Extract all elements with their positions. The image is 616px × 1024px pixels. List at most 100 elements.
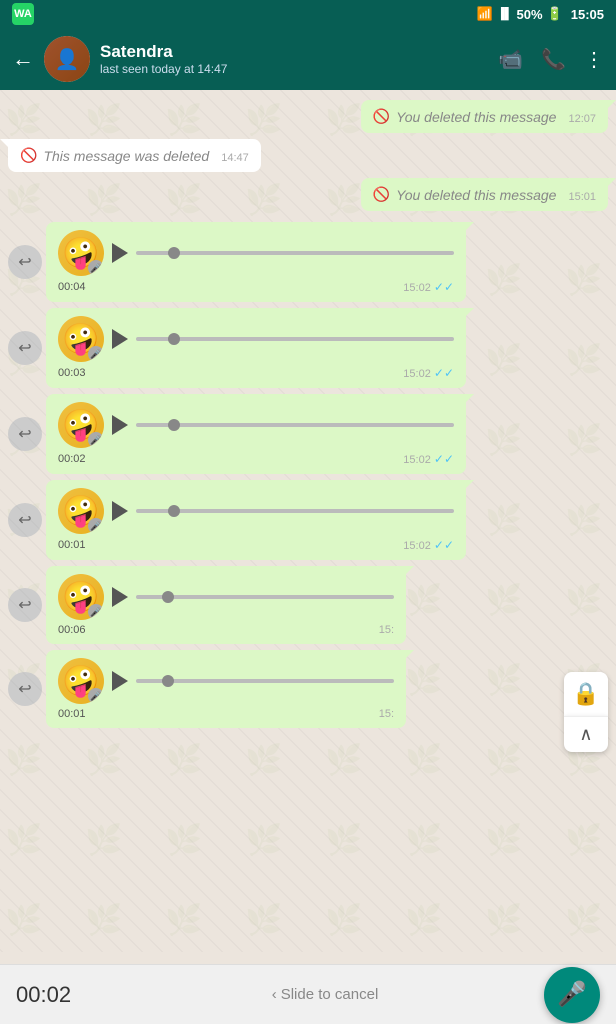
voice-duration: 00:01 (58, 708, 86, 720)
voice-top: 🤪 🎤 (58, 402, 454, 448)
play-button[interactable] (112, 501, 128, 521)
waveform (136, 251, 454, 255)
reply-button[interactable]: ↩ (8, 672, 42, 706)
voice-call-button[interactable]: 📞 (541, 47, 566, 72)
wifi-icon: 📶 (477, 6, 493, 22)
mic-badge: 🎤 (88, 432, 104, 448)
video-call-button[interactable]: 📹 (498, 47, 523, 72)
play-button[interactable] (112, 415, 128, 435)
status-left: WA (12, 3, 34, 25)
reply-button[interactable]: ↩ (8, 417, 42, 451)
reply-button[interactable]: ↩ (8, 503, 42, 537)
reply-button[interactable]: ↩ (8, 245, 42, 279)
mic-badge: 🎤 (88, 346, 104, 362)
waveform (136, 337, 454, 341)
voice-sender-avatar: 🤪 🎤 (58, 316, 104, 362)
read-receipts: ✓✓ (434, 280, 454, 294)
waveform-progress (168, 247, 180, 259)
scroll-up-button[interactable]: ∧ (564, 716, 608, 752)
voice-duration: 00:06 (58, 624, 86, 636)
reply-button[interactable]: ↩ (8, 331, 42, 365)
voice-time: 15:02 ✓✓ (403, 366, 454, 380)
voice-bottom: 00:04 15:02 ✓✓ (58, 280, 454, 294)
voice-sender-avatar: 🤪 🎤 (58, 574, 104, 620)
voice-time: 15:02 ✓✓ (403, 280, 454, 294)
voice-sender-avatar: 🤪 🎤 (58, 658, 104, 704)
status-bar: WA 📶 ▐▌ 50% 🔋 15:05 (0, 0, 616, 28)
reply-button[interactable]: ↩ (8, 588, 42, 622)
contact-avatar[interactable]: 👤 (44, 36, 90, 82)
lock-button[interactable]: 🔒 (564, 672, 608, 716)
voice-message-bubble: 🤪 🎤 00:01 15:02 ✓✓ (46, 480, 466, 560)
voice-bottom: 00:03 15:02 ✓✓ (58, 366, 454, 380)
voice-sender-avatar: 🤪 🎤 (58, 402, 104, 448)
app-icon: WA (12, 3, 34, 25)
deleted-icon: 🚫 (373, 186, 390, 203)
voice-message-bubble: 🤪 🎤 00:06 15: (46, 566, 406, 644)
deleted-text: You deleted this message (396, 187, 556, 203)
voice-bottom: 00:01 15: (58, 708, 394, 720)
battery-icon: 🔋 (547, 6, 563, 22)
menu-button[interactable]: ⋮ (584, 47, 604, 72)
slide-chevron-icon: ‹ (272, 986, 277, 1003)
message-row: 🚫 You deleted this message 12:07 (8, 100, 608, 133)
message-time: 14:47 (221, 152, 249, 164)
voice-message-row: ↩ 🤪 🎤 00:06 15: (8, 566, 608, 644)
chat-header: ← 👤 Satendra last seen today at 14:47 📹 … (0, 28, 616, 90)
status-right: 📶 ▐▌ 50% 🔋 15:05 (477, 6, 604, 22)
header-actions: 📹 📞 ⋮ (498, 47, 604, 72)
deleted-icon: 🚫 (20, 147, 37, 164)
mic-badge: 🎤 (88, 518, 104, 534)
waveform (136, 595, 394, 599)
voice-message-row: ↩ 🤪 🎤 00:04 15:02 ✓✓ (8, 222, 608, 302)
play-button[interactable] (112, 243, 128, 263)
play-button[interactable] (112, 587, 128, 607)
waveform-progress (162, 591, 174, 603)
mic-record-button[interactable]: 🎤 (544, 967, 600, 1023)
read-receipts: ✓✓ (434, 452, 454, 466)
voice-time: 15: (379, 708, 394, 720)
voice-message-bubble: 🤪 🎤 00:01 15: (46, 650, 406, 728)
voice-time: 15: (379, 624, 394, 636)
waveform-progress (168, 333, 180, 345)
voice-message-bubble: 🤪 🎤 00:04 15:02 ✓✓ (46, 222, 466, 302)
read-receipts: ✓✓ (434, 538, 454, 552)
voice-sender-avatar: 🤪 🎤 (58, 230, 104, 276)
message-row: 🚫 This message was deleted 14:47 (8, 139, 608, 172)
voice-top: 🤪 🎤 (58, 230, 454, 276)
play-button[interactable] (112, 671, 128, 691)
bottom-recording-bar: 00:02 ‹ Slide to cancel 🎤 (0, 964, 616, 1024)
waveform (136, 679, 394, 683)
voice-bottom: 00:06 15: (58, 624, 394, 636)
deleted-icon: 🚫 (373, 108, 390, 125)
voice-message-row: ↩ 🤪 🎤 00:01 15: (8, 650, 608, 728)
read-receipts: ✓✓ (434, 366, 454, 380)
clock: 15:05 (571, 7, 604, 22)
waveform-progress (168, 419, 180, 431)
voice-top: 🤪 🎤 (58, 658, 394, 704)
back-button[interactable]: ← (12, 46, 34, 72)
chat-area: 🚫 You deleted this message 12:07 🚫 This … (0, 90, 616, 952)
message-time: 12:07 (568, 113, 596, 125)
voice-bottom: 00:01 15:02 ✓✓ (58, 538, 454, 552)
waveform-progress (168, 505, 180, 517)
lock-icon: 🔒 (572, 681, 599, 707)
voice-duration: 00:03 (58, 367, 86, 379)
voice-message-bubble: 🤪 🎤 00:02 15:02 ✓✓ (46, 394, 466, 474)
voice-top: 🤪 🎤 (58, 488, 454, 534)
play-button[interactable] (112, 329, 128, 349)
deleted-text: This message was deleted (43, 148, 209, 164)
contact-info[interactable]: Satendra last seen today at 14:47 (100, 42, 488, 76)
record-timer: 00:02 (16, 982, 106, 1008)
contact-name: Satendra (100, 42, 488, 62)
voice-time: 15:02 ✓✓ (403, 538, 454, 552)
messages-list: 🚫 You deleted this message 12:07 🚫 This … (8, 100, 608, 731)
waveform (136, 509, 454, 513)
voice-message-row: ↩ 🤪 🎤 00:02 15:02 ✓✓ (8, 394, 608, 474)
up-icon: ∧ (579, 724, 592, 745)
voice-top: 🤪 🎤 (58, 316, 454, 362)
voice-duration: 00:04 (58, 281, 86, 293)
message-row: 🚫 You deleted this message 15:01 (8, 178, 608, 211)
deleted-message-sent: 🚫 You deleted this message 15:01 (361, 178, 608, 211)
mic-badge: 🎤 (88, 688, 104, 704)
